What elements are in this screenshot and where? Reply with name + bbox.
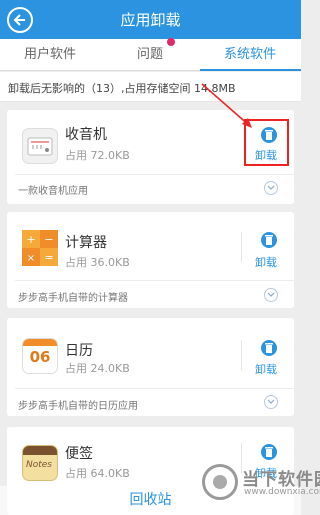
tab-issues[interactable]: 问题 (100, 39, 200, 71)
uninstall-icon[interactable] (261, 340, 277, 356)
app-name: 计算器 (65, 235, 107, 251)
app-size: 占用 36.0KB (65, 256, 130, 269)
calendar-icon: 06 (22, 338, 58, 374)
app-name: 收音机 (65, 127, 107, 143)
calendar-day: 06 (29, 348, 51, 366)
svg-text:=: = (44, 251, 53, 264)
app-name: 便签 (65, 446, 93, 462)
app-description: 步步高手机自带的日历应用 (18, 401, 138, 412)
app-description: 一款收音机应用 (18, 186, 88, 197)
svg-text:+: + (26, 233, 35, 246)
divider (15, 388, 294, 389)
app-card: + − × = 计算器 占用 36.0KB 卸载 步步高手机自带的计算器 (7, 212, 294, 308)
app-size: 占用 24.0KB (65, 362, 130, 375)
annotation-arrow-icon (201, 83, 252, 128)
radio-icon (22, 128, 58, 164)
calculator-icon: + − × = (22, 230, 58, 266)
recycle-bin-label: 回收站 (129, 492, 172, 508)
app-card: 06 日历 占用 24.0KB 卸载 步步高手机自带的日历应用 (7, 318, 294, 416)
svg-text:−: − (44, 233, 53, 246)
notes-icon: Notes (22, 445, 58, 481)
watermark-url: www.downxia.com (244, 487, 320, 497)
app-name: 日历 (65, 343, 93, 359)
divider (15, 280, 294, 281)
page-title: 应用卸载 (120, 11, 181, 29)
notification-dot (167, 38, 175, 46)
separator (241, 340, 242, 370)
app-size: 占用 72.0KB (65, 149, 130, 162)
active-tab-indicator (200, 69, 301, 71)
title-bar: 应用卸载 (0, 0, 301, 39)
expand-chevron-icon[interactable] (264, 288, 278, 302)
uninstall-icon[interactable] (261, 232, 277, 248)
divider (15, 174, 294, 175)
notes-icon-label: Notes (26, 460, 52, 470)
watermark-logo-icon (202, 464, 238, 500)
app-size: 占用 64.0KB (65, 467, 130, 480)
uninstall-button[interactable]: 卸载 (255, 254, 277, 270)
tab-bar: 用户软件 问题 系统软件 (0, 39, 301, 71)
uninstall-button[interactable]: 卸载 (255, 361, 277, 377)
uninstall-icon[interactable] (261, 444, 277, 460)
tab-system-software[interactable]: 系统软件 (200, 39, 300, 71)
app-description: 步步高手机自带的计算器 (18, 293, 128, 304)
expand-chevron-icon[interactable] (264, 395, 278, 409)
expand-chevron-icon[interactable] (264, 181, 278, 195)
separator (241, 232, 242, 262)
tab-user-software[interactable]: 用户软件 (0, 39, 100, 71)
svg-text:×: × (27, 253, 35, 264)
